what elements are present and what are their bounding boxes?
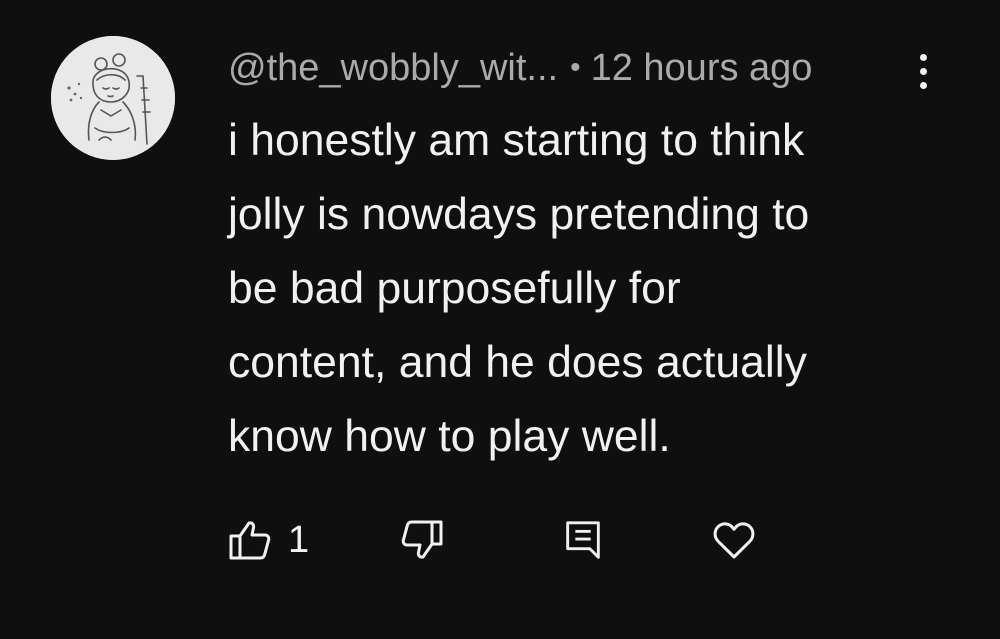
meta-separator: • bbox=[570, 51, 581, 84]
like-button[interactable]: 1 bbox=[226, 512, 309, 568]
thumb-up-icon bbox=[229, 521, 271, 560]
comment-text-line: be bad purposefully for bbox=[228, 264, 681, 313]
comment-text: i honestly am starting to think jolly is… bbox=[228, 104, 928, 474]
timestamp[interactable]: 12 hours ago bbox=[591, 47, 813, 90]
comment-text-line: i honestly am starting to think bbox=[228, 116, 805, 165]
comment-text-line: jolly is nowdays pretending to bbox=[228, 190, 810, 239]
heart-icon bbox=[713, 522, 755, 559]
avatar-sketch-image bbox=[51, 36, 175, 160]
comment-meta: @the_wobbly_wit... • 12 hours ago bbox=[228, 44, 812, 92]
comment-text-line: know how to play well. bbox=[228, 412, 671, 461]
comment-card: @the_wobbly_wit... • 12 hours ago i hone… bbox=[0, 0, 1000, 639]
dislike-button[interactable] bbox=[398, 512, 446, 568]
reply-button[interactable] bbox=[560, 512, 606, 568]
like-count: 1 bbox=[288, 518, 310, 561]
author-name[interactable]: @the_wobbly_wit... bbox=[228, 47, 558, 90]
reply-comment-icon bbox=[566, 521, 600, 559]
more-options-button[interactable] bbox=[903, 50, 943, 94]
thumb-down-icon bbox=[401, 520, 443, 559]
avatar[interactable] bbox=[51, 36, 175, 160]
heart-button[interactable] bbox=[710, 512, 758, 568]
comment-text-line: content, and he does actually bbox=[228, 338, 807, 387]
